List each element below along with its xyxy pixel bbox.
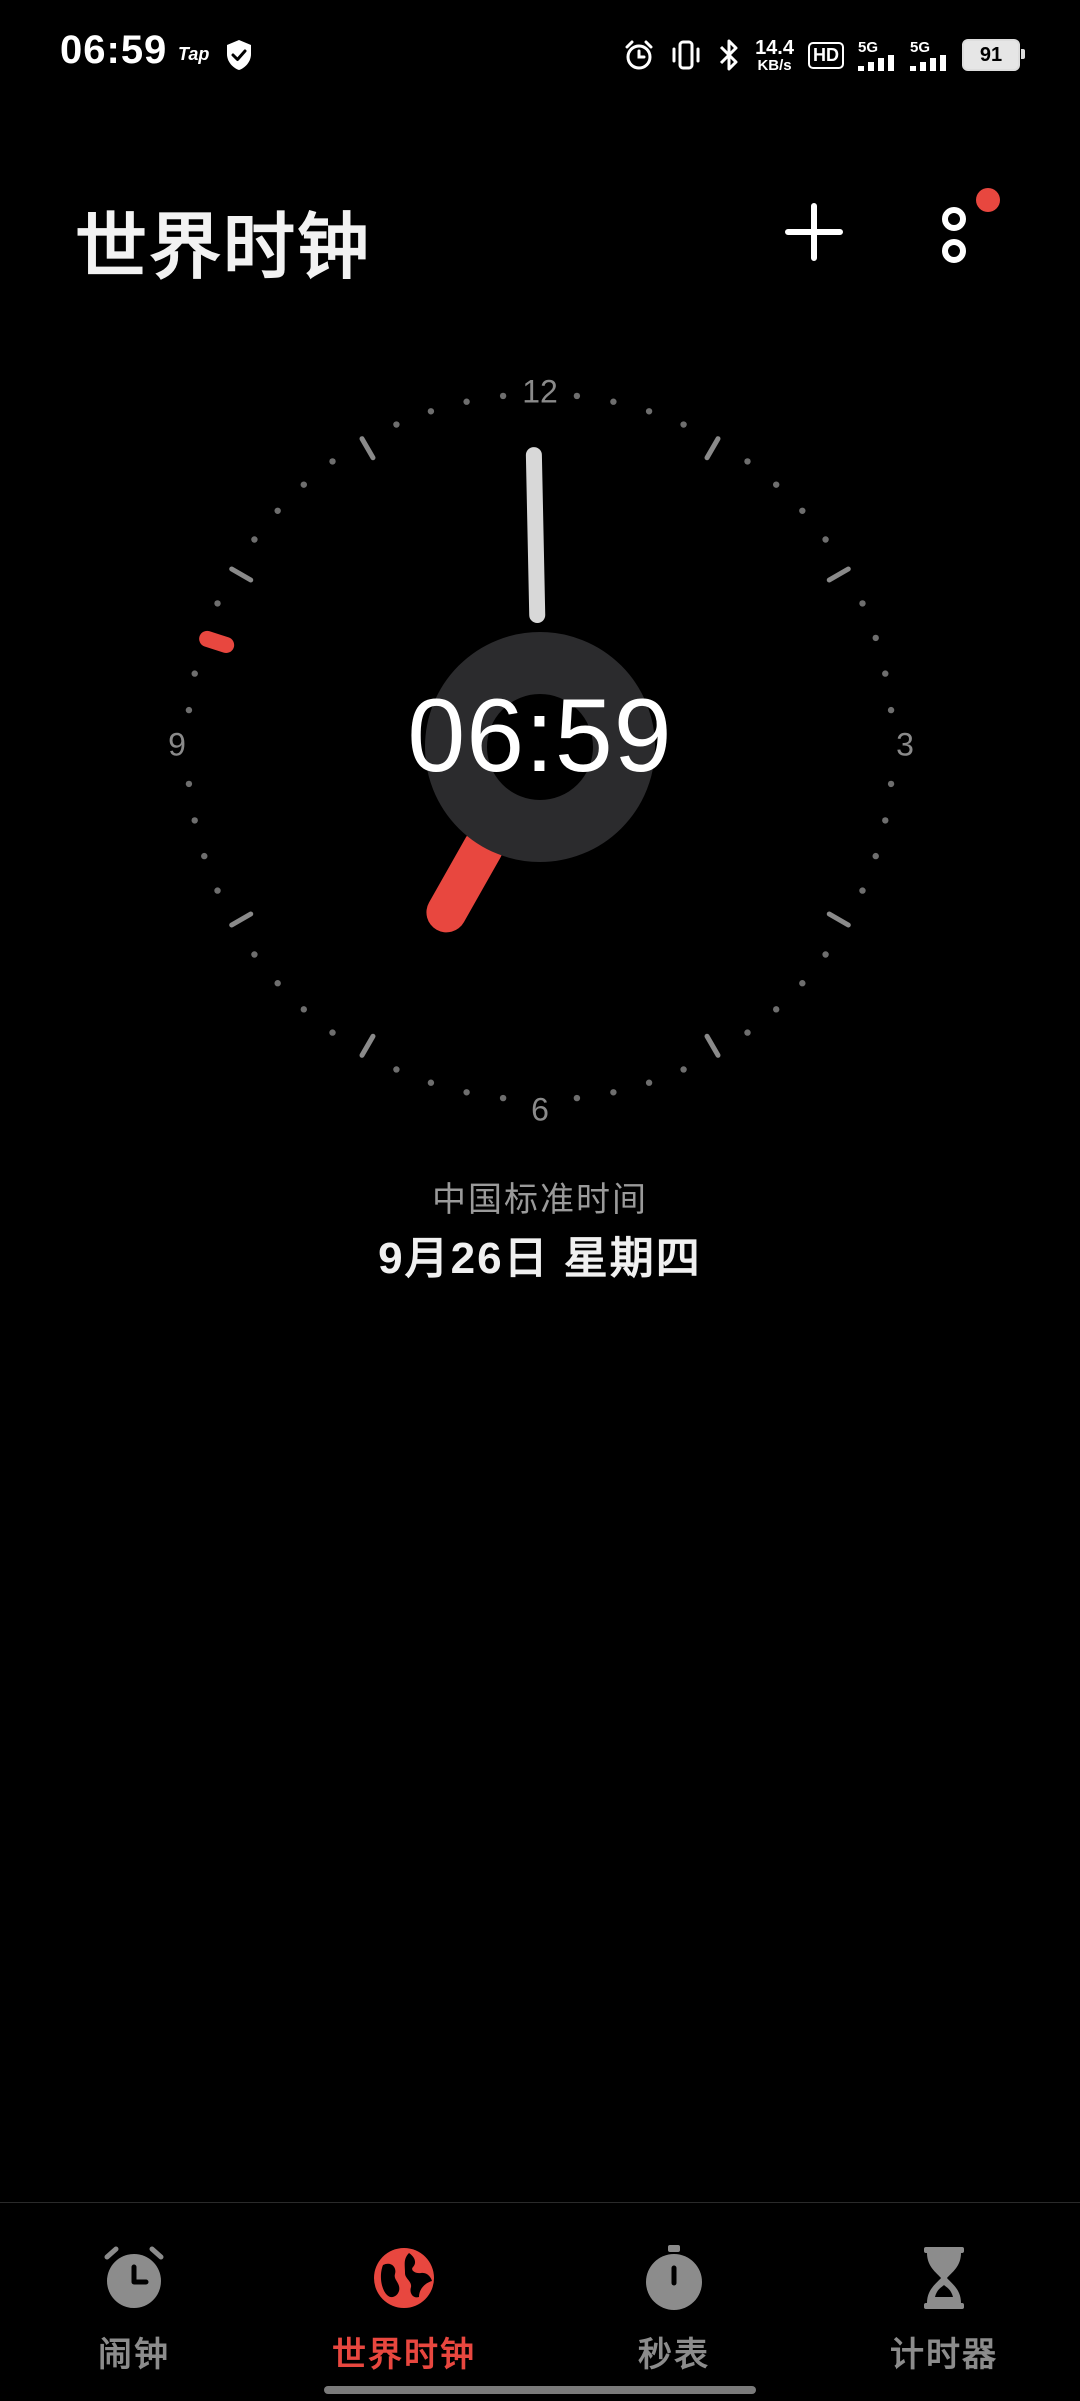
signal-2-label: 5G — [910, 38, 931, 56]
tab-stopwatch[interactable]: 秒表 — [574, 2243, 774, 2376]
tab-alarm[interactable]: 闹钟 — [34, 2243, 234, 2376]
minute-tick — [822, 951, 829, 958]
minute-tick — [499, 392, 507, 400]
status-time: 06:59 — [60, 28, 168, 72]
minute-tick — [680, 421, 687, 428]
status-bar: 06:59 Tap 14.4 KB/s HD 5G 5G 91 — [0, 0, 1080, 110]
minute-tick — [329, 458, 336, 465]
tab-world-clock[interactable]: 世界时钟 — [304, 2243, 504, 2376]
home-indicator[interactable] — [324, 2386, 756, 2394]
clock-number-12: 12 — [522, 373, 558, 409]
signal-bars-icon — [858, 54, 894, 71]
hour-tick — [359, 1033, 376, 1058]
tab-alarm-label: 闹钟 — [98, 2336, 170, 2374]
minute-tick — [393, 421, 400, 428]
add-city-button[interactable] — [782, 200, 846, 264]
hour-tick — [826, 566, 851, 583]
time-zone-name: 中国标准时间 — [432, 1181, 648, 1219]
tap-badge: Tap — [178, 44, 210, 64]
minute-tick — [859, 887, 866, 894]
signal-2: 5G — [910, 40, 948, 71]
hour-tick — [229, 566, 254, 583]
minute-tick — [573, 1094, 581, 1102]
hour-hand — [426, 827, 504, 933]
hour-tick — [229, 911, 254, 928]
minute-tick — [645, 1079, 653, 1086]
net-speed-value: 14.4 — [755, 36, 794, 59]
notification-dot — [976, 188, 1000, 212]
minute-tick — [773, 1006, 780, 1013]
minute-tick — [300, 1006, 307, 1013]
minute-tick — [191, 817, 198, 824]
minute-tick — [882, 670, 889, 677]
minute-tick — [251, 536, 258, 543]
alarm-icon — [625, 40, 653, 70]
clock-number-6: 6 — [531, 1091, 549, 1127]
status-icons: 14.4 KB/s HD 5G 5G 91 — [623, 30, 1025, 80]
minute-tick — [610, 1089, 617, 1096]
hour-tick — [704, 436, 721, 461]
minute-tick — [499, 1094, 507, 1102]
signal-bars-icon — [910, 54, 946, 71]
minute-tick — [573, 392, 581, 400]
minute-tick — [201, 852, 208, 860]
minute-tick — [214, 887, 221, 894]
minute-tick — [393, 1066, 400, 1073]
globe-icon — [374, 2248, 434, 2308]
minute-tick — [773, 481, 780, 488]
minute-tick — [463, 398, 470, 405]
tab-timer[interactable]: 计时器 — [844, 2243, 1044, 2376]
minute-tick — [274, 507, 281, 514]
alarm-clock-icon — [104, 2246, 164, 2308]
minute-tick — [872, 634, 879, 642]
tab-timer-label: 计时器 — [890, 2336, 998, 2374]
minute-tick — [799, 980, 806, 987]
minute-tick — [799, 507, 806, 514]
minute-tick — [329, 1029, 336, 1036]
stopwatch-icon — [646, 2245, 702, 2310]
minute-tick — [744, 458, 751, 465]
vibrate-icon — [672, 40, 700, 70]
minute-tick — [859, 600, 866, 607]
signal-1: 5G — [858, 40, 896, 71]
time-zone-date: 9月26日 星期四 — [378, 1234, 702, 1283]
signal-1-label: 5G — [858, 38, 879, 56]
battery-icon: 91 — [962, 39, 1025, 71]
second-hand — [199, 630, 235, 654]
minute-tick — [214, 600, 221, 607]
net-speed-unit: KB/s — [757, 56, 792, 74]
minute-tick — [882, 817, 889, 824]
minute-tick — [744, 1029, 751, 1036]
minute-tick — [300, 481, 307, 488]
page-title: 世界时钟 — [75, 208, 372, 288]
minute-tick — [251, 951, 258, 958]
hourglass-icon — [924, 2247, 964, 2309]
bluetooth-icon — [720, 39, 738, 71]
shield-icon — [227, 40, 251, 70]
minute-hand — [525, 447, 546, 624]
minute-tick — [191, 670, 198, 677]
minute-tick — [872, 852, 879, 860]
tab-stopwatch-label: 秒表 — [638, 2336, 710, 2374]
digital-time: 06:59 — [407, 678, 673, 794]
hour-tick — [704, 1033, 721, 1058]
hour-tick — [826, 911, 851, 928]
tab-world-clock-label: 世界时钟 — [332, 2336, 476, 2374]
minute-tick — [463, 1089, 470, 1096]
hour-tick — [359, 436, 376, 461]
hd-badge: HD — [808, 41, 844, 69]
bottom-nav: 闹钟 世界时钟 秒表 计时器 — [0, 2202, 1080, 2401]
analog-clock: 12 3 6 9 06:59 — [160, 367, 920, 1127]
minute-tick — [645, 408, 653, 415]
minute-tick — [274, 980, 281, 987]
network-speed: 14.4 KB/s — [755, 38, 794, 73]
minute-tick — [427, 1079, 435, 1086]
minute-tick — [822, 536, 829, 543]
minute-tick — [610, 398, 617, 405]
minute-tick — [680, 1066, 687, 1073]
battery-level: 91 — [979, 43, 1003, 66]
minute-tick — [427, 408, 435, 415]
